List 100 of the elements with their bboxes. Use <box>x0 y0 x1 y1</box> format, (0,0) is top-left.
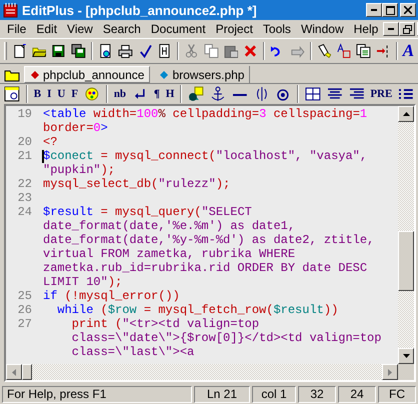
restore-button[interactable] <box>399 22 416 36</box>
menu-item[interactable]: Help <box>348 22 384 36</box>
close-button[interactable] <box>400 3 416 17</box>
code-line: $result = mysql_query("SELECT <box>43 205 252 219</box>
scroll-right-button[interactable] <box>382 364 398 380</box>
right-arrow-icon <box>388 368 392 376</box>
menu-item[interactable]: Edit <box>31 22 62 36</box>
preview-icon[interactable] <box>98 43 113 59</box>
code-line: date_format(date,'%y-%m-%d') as date2, ztitle, <box>43 233 374 247</box>
font-button[interactable]: A <box>402 43 414 59</box>
left-arrow-icon <box>12 368 16 376</box>
paste-icon[interactable] <box>224 43 238 59</box>
scroll-thumb[interactable] <box>22 364 32 380</box>
color-wheel-icon[interactable] <box>84 86 100 102</box>
line-number: 24 <box>18 205 32 219</box>
code-line: $conect = mysql_connect("localhost", "vasya", <box>43 149 368 163</box>
minimize-icon <box>388 28 394 30</box>
code-line: class=\"date\">{$row[0]}</td><td valign=top <box>70 331 382 345</box>
up-arrow-icon <box>402 112 410 116</box>
code-line: zametka.rub_id=rubrika.rid ORDER BY date DESC <box>43 261 368 275</box>
horizontal-scrollbar[interactable] <box>6 364 398 380</box>
line-number: 25 <box>18 289 32 303</box>
vertical-scrollbar[interactable] <box>398 106 414 364</box>
code-line: while ($row = mysql_fetch_row($result)) <box>56 303 338 317</box>
menu-item[interactable]: File <box>2 22 32 36</box>
menu-item[interactable]: Window <box>296 22 349 36</box>
copy-icon[interactable] <box>204 43 219 59</box>
scroll-down-button[interactable] <box>398 348 414 364</box>
document-icon[interactable] <box>157 43 172 59</box>
status-field: FC <box>378 386 416 402</box>
menu-item[interactable]: Search <box>98 22 146 36</box>
format-tool[interactable]: B <box>34 88 42 100</box>
status-field: Ln 21 <box>194 386 250 402</box>
app-logo-icon <box>3 2 19 18</box>
line-number: 27 <box>18 317 32 331</box>
minimize-icon <box>371 9 377 11</box>
format-tool[interactable]: nb <box>114 88 126 100</box>
code-line: if (!mysql_error()) <box>43 289 180 303</box>
status-field: 32 <box>298 386 336 402</box>
status-field: col 1 <box>252 386 296 402</box>
line-number: 26 <box>18 303 32 317</box>
scroll-left-button[interactable] <box>6 364 22 380</box>
code-line: border=0> <box>43 121 108 135</box>
spellcheck-icon[interactable] <box>138 43 152 59</box>
line-number: 20 <box>18 135 32 149</box>
code-line: print ("<tr><td valign=top <box>70 317 260 331</box>
pages-icon[interactable] <box>356 43 371 59</box>
line-number: 19 <box>18 107 32 121</box>
scrollbar-corner <box>398 364 414 380</box>
minimize-button[interactable] <box>383 22 400 36</box>
close-icon <box>404 6 412 14</box>
text-size-icon[interactable] <box>336 43 352 59</box>
save-icon[interactable] <box>51 43 66 59</box>
file-tab[interactable]: browsers.php <box>154 66 250 83</box>
maximize-icon <box>386 6 394 14</box>
scroll-up-button[interactable] <box>398 106 414 122</box>
list-icon[interactable] <box>398 86 414 102</box>
printer-icon[interactable] <box>118 43 133 59</box>
anchor-icon[interactable] <box>210 86 226 102</box>
menu-item[interactable]: View <box>62 22 98 36</box>
save-all-icon[interactable] <box>71 43 86 59</box>
restore-icon <box>402 24 412 34</box>
down-arrow-icon <box>402 354 410 358</box>
image-icon[interactable] <box>188 86 204 102</box>
table-icon[interactable] <box>305 86 321 102</box>
flashlight-icon[interactable] <box>316 43 332 59</box>
code-line: mysql_select_db("rulezz"); <box>43 177 230 191</box>
redo-icon[interactable] <box>290 43 305 59</box>
menu-item[interactable]: Tools <box>258 22 296 36</box>
format-tool[interactable]: H <box>166 88 174 100</box>
scissors-icon[interactable] <box>184 43 199 59</box>
diamond-icon <box>159 70 170 80</box>
html-format-icon[interactable] <box>4 86 20 102</box>
status-field: For Help, press F1 <box>2 386 192 402</box>
line-number: 21 <box>18 149 32 163</box>
format-tool[interactable]: U <box>57 88 66 100</box>
menu-item[interactable]: Document <box>146 22 211 36</box>
window-title: EditPlus - [phpclub_announce2.php *] <box>22 2 258 18</box>
new-file-icon[interactable] <box>12 43 27 59</box>
minimize-button[interactable] <box>366 3 382 17</box>
file-tab[interactable]: phpclub_announce <box>24 66 150 83</box>
code-line: virtual FROM zametka, rubrika WHERE <box>43 247 296 261</box>
menu-item[interactable]: Project <box>210 22 258 36</box>
delete-icon[interactable] <box>243 43 258 59</box>
line-number: 23 <box>18 191 32 205</box>
code-line: date_format(date,'%e.%m') as date1, <box>43 219 296 233</box>
format-tool[interactable]: F <box>71 88 78 100</box>
status-field: 24 <box>338 386 376 402</box>
format-tool[interactable]: ¶ <box>154 88 160 100</box>
format-tool[interactable]: I <box>47 88 52 100</box>
code-line: class=\"last\"><a <box>70 345 194 359</box>
code-line: LIMIT 10"); <box>43 275 122 289</box>
format-tool[interactable]: PRE <box>370 88 392 100</box>
code-line: <? <box>43 135 58 149</box>
line-number: 22 <box>18 177 32 191</box>
scroll-thumb[interactable] <box>398 231 414 291</box>
maximize-button[interactable] <box>382 3 398 17</box>
diamond-icon <box>30 70 40 80</box>
code-line: "pupkin"); <box>43 163 116 177</box>
code-line: <table width=100% cellpadding=3 cellspacing=1 <box>43 107 368 121</box>
